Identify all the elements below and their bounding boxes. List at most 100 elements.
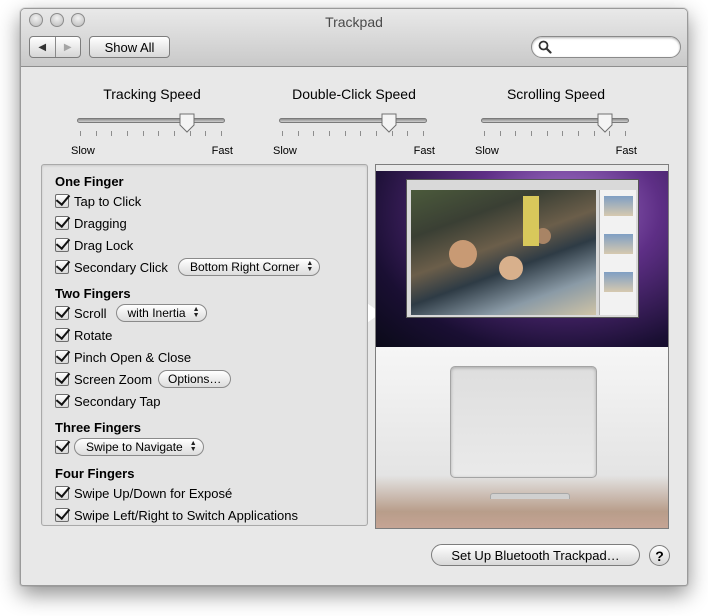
swipe-left-right-label: Swipe Left/Right to Switch Applications [74, 507, 299, 523]
screen-zoom-label: Screen Zoom [74, 371, 153, 387]
setup-bluetooth-trackpad-button[interactable]: Set Up Bluetooth Trackpad… [431, 544, 640, 566]
swipe-up-down-checkbox[interactable] [55, 486, 69, 500]
drag-lock-option[interactable]: Drag Lock [55, 236, 133, 254]
three-finger-swipe-option[interactable]: Swipe to Navigate ▲ ▼ [55, 438, 204, 456]
gesture-options-panel: One Finger Tap to Click Dragging Drag Lo… [41, 164, 368, 526]
slider-tick [625, 131, 626, 136]
four-fingers-heading: Four Fingers [55, 466, 135, 481]
dragging-label: Dragging [74, 215, 127, 231]
gesture-preview-video [375, 164, 669, 529]
slider-tick [547, 131, 548, 136]
scroll-popup[interactable]: with Inertia ▲ ▼ [115, 304, 207, 322]
swipe-up-down-label: Swipe Up/Down for Exposé [74, 485, 233, 501]
slider-thumb[interactable] [179, 113, 195, 133]
rotate-option[interactable]: Rotate [55, 326, 112, 344]
slider-tick [111, 131, 112, 136]
slider-tick [329, 131, 330, 136]
back-forward-control: ◀ ▶ [29, 36, 81, 58]
preview-thumbnail-strip [599, 190, 636, 315]
trackpad-button-illustration [490, 493, 570, 499]
dragging-checkbox[interactable] [55, 216, 69, 230]
tap-to-click-option[interactable]: Tap to Click [55, 192, 141, 210]
scroll-popup-value: with Inertia [127, 306, 186, 320]
slider-tick [143, 131, 144, 136]
slider-tick [594, 131, 595, 136]
trackpad-illustration [450, 366, 597, 478]
slider-min-label: Slow [475, 145, 499, 157]
slider-max-label: Fast [211, 145, 233, 157]
slider-track[interactable] [77, 118, 225, 123]
help-button[interactable]: ? [649, 545, 670, 566]
rotate-checkbox[interactable] [55, 328, 69, 342]
preview-thumbnail [604, 196, 633, 216]
slider-min-label: Slow [273, 145, 297, 157]
pinch-label: Pinch Open & Close [74, 349, 192, 365]
trackpad-preferences-window: Trackpad ◀ ▶ Show All Tracking Speed Slo… [20, 8, 688, 586]
scroll-label: Scroll [74, 305, 107, 321]
slider-ticks [80, 131, 222, 137]
slider-tick [407, 131, 408, 136]
three-finger-swipe-checkbox[interactable] [55, 440, 69, 454]
slider-tick [158, 131, 159, 136]
tracking-speed-slider-group: Tracking Speed Slow Fast [71, 85, 233, 157]
secondary-tap-label: Secondary Tap [74, 393, 161, 409]
drag-lock-label: Drag Lock [74, 237, 134, 253]
slider-max-label: Fast [615, 145, 637, 157]
pinch-checkbox[interactable] [55, 350, 69, 364]
back-arrow-icon[interactable]: ◀ [30, 37, 55, 57]
show-all-button[interactable]: Show All [89, 36, 170, 58]
tap-to-click-label: Tap to Click [74, 193, 142, 209]
screen-zoom-checkbox[interactable] [55, 372, 69, 386]
slider-tick [127, 131, 128, 136]
three-finger-swipe-popup-value: Swipe to Navigate [86, 440, 183, 454]
preview-app-window [406, 179, 639, 318]
slider-title: Double-Click Speed [292, 86, 416, 102]
scroll-checkbox[interactable] [55, 306, 69, 320]
scroll-option[interactable]: Scroll with Inertia ▲ ▼ [55, 304, 207, 322]
slider-tick [298, 131, 299, 136]
preview-thumbnail [604, 234, 633, 254]
three-fingers-heading: Three Fingers [55, 420, 141, 435]
swipe-left-right-option[interactable]: Swipe Left/Right to Switch Applications [55, 506, 298, 524]
secondary-click-checkbox[interactable] [55, 260, 69, 274]
dragging-option[interactable]: Dragging [55, 214, 127, 232]
slider-thumb[interactable] [381, 113, 397, 133]
slider-title: Tracking Speed [103, 86, 201, 102]
popup-arrows-icon: ▲ ▼ [192, 306, 200, 319]
three-finger-swipe-popup[interactable]: Swipe to Navigate ▲ ▼ [74, 438, 204, 456]
screen-zoom-options-button[interactable]: Options… [158, 370, 232, 388]
preview-photo [411, 190, 596, 315]
slider-title: Scrolling Speed [506, 86, 606, 102]
tap-to-click-checkbox[interactable] [55, 194, 69, 208]
preview-laptop-base [376, 347, 668, 528]
rotate-label: Rotate [74, 327, 113, 343]
search-field[interactable] [531, 36, 681, 58]
one-finger-heading: One Finger [55, 174, 124, 189]
scrolling-speed-slider-group: Scrolling Speed Slow Fast [475, 85, 637, 157]
slider-max-label: Fast [413, 145, 435, 157]
double-click-speed-slider-group: Double-Click Speed Slow Fast [273, 85, 435, 157]
screen-zoom-option[interactable]: Screen Zoom Options… [55, 370, 232, 388]
swipe-left-right-checkbox[interactable] [55, 508, 69, 522]
secondary-click-popup[interactable]: Bottom Right Corner ▲ ▼ [177, 258, 321, 276]
magnifier-icon [538, 40, 552, 54]
slider-thumb[interactable] [597, 113, 613, 133]
secondary-tap-option[interactable]: Secondary Tap [55, 392, 161, 410]
forward-arrow-icon[interactable]: ▶ [54, 37, 81, 57]
slider-track[interactable] [279, 118, 427, 123]
title-toolbar: Trackpad ◀ ▶ Show All [21, 9, 687, 67]
slider-tick [80, 131, 81, 136]
slider-tick [562, 131, 563, 136]
secondary-click-option[interactable]: Secondary Click Bottom Right Corner ▲ ▼ [55, 258, 321, 276]
slider-tick [531, 131, 532, 136]
preview-thumbnail [604, 272, 633, 292]
slider-tick [221, 131, 222, 136]
preview-menubar [376, 165, 668, 171]
pinch-option[interactable]: Pinch Open & Close [55, 348, 191, 366]
secondary-tap-checkbox[interactable] [55, 394, 69, 408]
window-title: Trackpad [325, 14, 383, 30]
slider-tick [205, 131, 206, 136]
drag-lock-checkbox[interactable] [55, 238, 69, 252]
slider-tick [578, 131, 579, 136]
swipe-up-down-option[interactable]: Swipe Up/Down for Exposé [55, 484, 232, 502]
